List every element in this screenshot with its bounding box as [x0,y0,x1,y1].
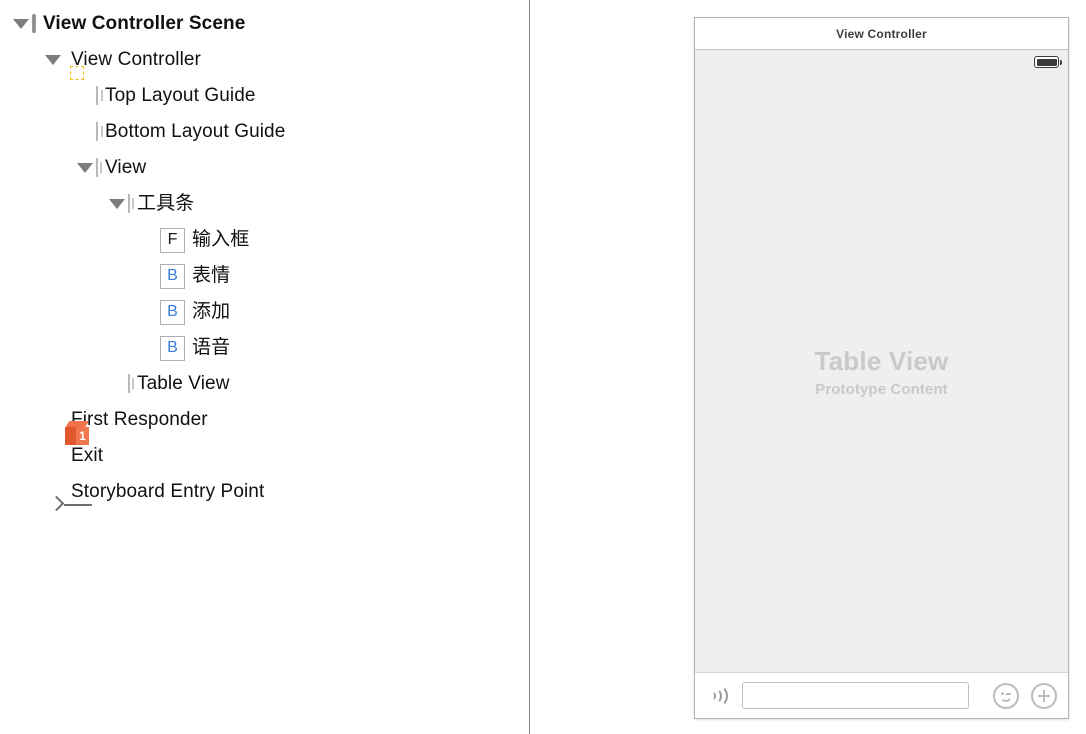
scene-title-label: View Controller [836,26,927,41]
outline-row-label: 表情 [192,265,231,286]
outline-row[interactable]: Bottom Layout Guide [0,114,529,150]
outline-row[interactable]: Top Layout Guide [0,78,529,114]
storyboard-canvas[interactable]: View Controller Table View Prototype Con… [530,0,1086,734]
table-view-subtitle: Prototype Content [815,381,948,398]
message-input-field[interactable] [742,682,969,709]
voice-wave-3 [708,684,728,707]
outline-row-label: Top Layout Guide [105,85,256,106]
table-view-title: Table View [814,346,949,376]
scene-icon [32,14,36,33]
table-view-placeholder[interactable]: Table View Prototype Content [695,72,1068,672]
top-layout-guide-icon [96,86,103,105]
smiley-mouth [1000,695,1012,702]
outline-tree: View Controller Scene View Controller Top … [0,6,529,512]
voice-waves-icon[interactable] [706,683,732,709]
device-screen[interactable]: Table View Prototype Content [695,50,1068,718]
outline-row-label: View [105,157,147,178]
outline-row-label: 添加 [192,301,231,322]
button-icon: B [160,263,185,289]
bottom-layout-guide-icon [96,122,103,141]
disclosure-triangle-open[interactable] [10,6,32,42]
outline-row[interactable]: F 输入框 [0,222,529,258]
disclosure-triangle-open[interactable] [74,150,96,186]
outline-row-label: First Responder [71,409,208,430]
outline-row-label: View Controller [71,49,201,70]
button-icon: B [160,335,185,361]
outline-row-label: 语音 [192,337,231,358]
view-icon [128,194,134,213]
outline-row[interactable]: 1 First Responder [0,402,529,445]
outline-row-label: Storyboard Entry Point [71,481,265,502]
status-bar [695,50,1068,72]
outline-row[interactable]: View Controller [0,42,529,78]
view-icon [96,158,102,177]
plus-circle-icon[interactable] [1031,682,1057,709]
outline-row[interactable]: Table View [0,366,529,402]
battery-full-icon [1034,56,1062,68]
scene-title-bar[interactable]: View Controller [695,18,1068,50]
outline-row[interactable]: 工具条 [0,186,529,222]
disclosure-triangle-open[interactable] [106,186,128,222]
outline-row[interactable]: View Controller Scene [0,6,529,42]
textfield-icon: F [160,227,185,253]
outline-row-label: 工具条 [137,193,195,214]
outline-row-label: Bottom Layout Guide [105,121,286,142]
button-icon: B [160,299,185,325]
table-view-icon [128,374,134,393]
smiley-face-icon[interactable] [993,682,1019,709]
document-outline-panel: View Controller Scene View Controller Top … [0,0,529,734]
view-controller-scene-canvas[interactable]: View Controller Table View Prototype Con… [694,17,1069,719]
outline-row[interactable]: B 语音 [0,330,529,366]
outline-row[interactable]: B 表情 [0,258,529,294]
outline-row[interactable]: B 添加 [0,294,529,330]
outline-row[interactable]: Exit [0,438,529,476]
outline-row-label: View Controller Scene [43,13,246,34]
outline-row[interactable]: Storyboard Entry Point [0,474,529,512]
outline-row-label: Table View [137,373,230,394]
outline-row[interactable]: View [0,150,529,186]
bottom-toolbar[interactable] [695,672,1068,718]
outline-row-label: 输入框 [192,229,250,250]
disclosure-triangle-open[interactable] [42,42,64,78]
